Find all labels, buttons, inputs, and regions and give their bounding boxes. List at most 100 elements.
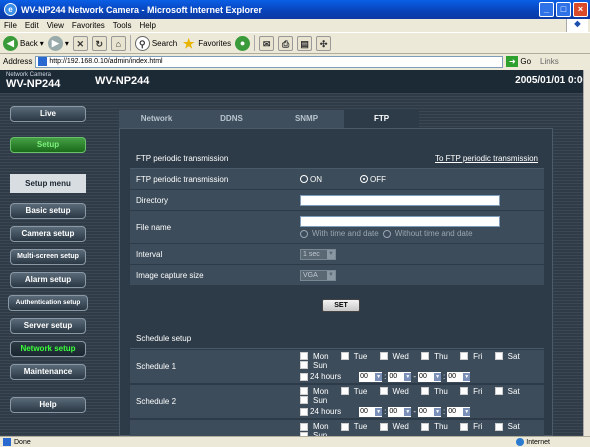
address-input[interactable]: http://192.168.0.10/admin/index.html — [35, 55, 504, 68]
hours24-checkbox[interactable]: 24 hours — [300, 407, 341, 416]
messenger-icon[interactable]: ✣ — [316, 35, 332, 51]
search-label: Search — [151, 38, 178, 48]
windows-flag-icon: ◆ — [566, 19, 588, 32]
stop-icon[interactable]: ✕ — [72, 35, 88, 51]
menu-favorites[interactable]: Favorites — [72, 21, 105, 30]
end-hour-select[interactable]: 00 ▼ — [418, 406, 442, 417]
menu-file[interactable]: File — [4, 21, 17, 30]
forward-button[interactable]: ▶ ▾ — [47, 35, 69, 51]
chevron-down-icon: ▾ — [64, 38, 69, 48]
hours24-checkbox[interactable]: 24 hours — [300, 372, 341, 381]
live-button[interactable]: Live — [10, 106, 86, 122]
day-mon-checkbox[interactable]: Mon — [300, 352, 334, 361]
day-wed-checkbox[interactable]: Wed — [379, 387, 414, 396]
tab-snmp[interactable]: SNMP — [269, 110, 344, 128]
day-sat-checkbox[interactable]: Sat — [494, 422, 525, 431]
ftp-periodic-link[interactable]: To FTP periodic transmission — [435, 149, 538, 169]
without-time-radio[interactable] — [382, 229, 391, 238]
set-button[interactable]: SET — [322, 299, 360, 312]
sidebar-item-multi-screen-setup[interactable]: Multi-screen setup — [10, 249, 86, 265]
day-tue-checkbox[interactable]: Tue — [340, 387, 373, 396]
links-label[interactable]: Links — [540, 57, 559, 66]
sidebar-item-authentication-setup[interactable]: Authentication setup — [8, 295, 88, 311]
time-value: 00 — [419, 408, 427, 415]
sidebar-item-server-setup[interactable]: Server setup — [10, 318, 86, 334]
media-icon[interactable]: ● — [235, 35, 251, 51]
sidebar-item-help[interactable]: Help — [10, 397, 86, 413]
ftp-off-radio[interactable]: OFF — [360, 175, 386, 184]
tab-network[interactable]: Network — [119, 110, 194, 128]
menu-edit[interactable]: Edit — [25, 21, 39, 30]
start-hour-select[interactable]: 00 ▼ — [359, 406, 383, 417]
close-button[interactable]: × — [573, 2, 588, 17]
chevron-down-icon: ▼ — [375, 407, 383, 416]
schedule-2-label: Schedule 2 — [136, 397, 177, 406]
sidebar-item-basic-setup[interactable]: Basic setup — [10, 203, 86, 219]
end-minute-select[interactable]: 00 ▼ — [447, 371, 471, 382]
day-mon-checkbox[interactable]: Mon — [300, 422, 334, 431]
sidebar-item-network-setup[interactable]: Network setup — [10, 341, 86, 357]
radio-off-icon — [300, 175, 308, 183]
go-arrow-icon: ➜ — [506, 56, 519, 67]
capture-size-select[interactable]: VGA ▼ — [300, 269, 336, 281]
refresh-icon[interactable]: ↻ — [91, 35, 107, 51]
menu-view[interactable]: View — [47, 21, 64, 30]
menu-help[interactable]: Help — [139, 21, 155, 30]
start-minute-select[interactable]: 00 ▼ — [388, 406, 412, 417]
end-minute-select[interactable]: 00 ▼ — [447, 406, 471, 417]
day-wed-checkbox[interactable]: Wed — [379, 422, 414, 431]
chevron-down-icon: ▼ — [434, 407, 442, 416]
home-icon[interactable]: ⌂ — [110, 35, 126, 51]
day-sat-checkbox[interactable]: Sat — [494, 352, 525, 361]
globe-icon — [516, 438, 525, 446]
ftp-section-title: FTP periodic transmission — [136, 154, 229, 163]
day-sun-checkbox[interactable]: Sun — [300, 361, 332, 370]
minimize-button[interactable]: _ — [539, 2, 554, 17]
day-sat-checkbox[interactable]: Sat — [494, 387, 525, 396]
end-hour-select[interactable]: 00 ▼ — [418, 371, 442, 382]
search-button[interactable]: ⚲ Search — [134, 35, 178, 51]
favorites-button[interactable]: ★ Favorites — [181, 36, 231, 51]
sidebar-item-alarm-setup[interactable]: Alarm setup — [10, 272, 86, 288]
tab-ddns[interactable]: DDNS — [194, 110, 269, 128]
day-thu-checkbox[interactable]: Thu — [421, 352, 453, 361]
ftp-on-radio[interactable]: ON — [300, 175, 322, 184]
sidebar-item-camera-setup[interactable]: Camera setup — [10, 226, 86, 242]
day-mon-checkbox[interactable]: Mon — [300, 387, 334, 396]
time-value: 00 — [360, 373, 368, 380]
day-tue-checkbox[interactable]: Tue — [340, 422, 373, 431]
mail-icon[interactable]: ✉ — [259, 35, 275, 51]
camera-admin-page: Network Camera WV-NP244 WV-NP244 2005/01… — [0, 70, 590, 436]
go-button[interactable]: ➜ Go — [506, 56, 531, 67]
day-fri-checkbox[interactable]: Fri — [460, 352, 487, 361]
day-sun-checkbox[interactable]: Sun — [300, 396, 332, 405]
page-icon — [38, 57, 48, 66]
schedule-2-time: 24 hours 00 ▼: 00 ▼ - 00 ▼: 00 ▼ — [300, 406, 544, 417]
day-thu-checkbox[interactable]: Thu — [421, 422, 453, 431]
day-label: Fri — [473, 386, 483, 396]
menu-tools[interactable]: Tools — [113, 21, 132, 30]
schedule-row: Schedule 2 Mon Tue Wed Thu Fri Sat Sun 2… — [130, 385, 544, 419]
interval-select[interactable]: 1 sec ▼ — [300, 248, 336, 260]
vertical-scrollbar[interactable] — [583, 70, 590, 436]
day-thu-checkbox[interactable]: Thu — [421, 387, 453, 396]
back-button[interactable]: ◀ Back ▾ — [3, 35, 44, 51]
with-time-radio[interactable] — [300, 229, 308, 238]
maximize-button[interactable]: □ — [556, 2, 571, 17]
print-icon[interactable]: ⎙ — [278, 35, 294, 51]
tab-ftp[interactable]: FTP — [344, 110, 419, 128]
day-fri-checkbox[interactable]: Fri — [460, 387, 487, 396]
start-hour-select[interactable]: 00 ▼ — [359, 371, 383, 382]
filename-input[interactable] — [300, 216, 500, 227]
setup-button[interactable]: Setup — [10, 137, 86, 153]
interval-row: Interval 1 sec ▼ — [130, 244, 544, 265]
ftp-section-header: FTP periodic transmission To FTP periodi… — [130, 149, 544, 169]
hours24-label: 24 hours — [310, 372, 342, 381]
edit-icon[interactable]: ▤ — [297, 35, 313, 51]
sidebar-item-maintenance[interactable]: Maintenance — [10, 364, 86, 380]
day-fri-checkbox[interactable]: Fri — [460, 422, 487, 431]
start-minute-select[interactable]: 00 ▼ — [388, 371, 412, 382]
day-wed-checkbox[interactable]: Wed — [379, 352, 414, 361]
day-tue-checkbox[interactable]: Tue — [340, 352, 373, 361]
directory-input[interactable] — [300, 194, 500, 206]
